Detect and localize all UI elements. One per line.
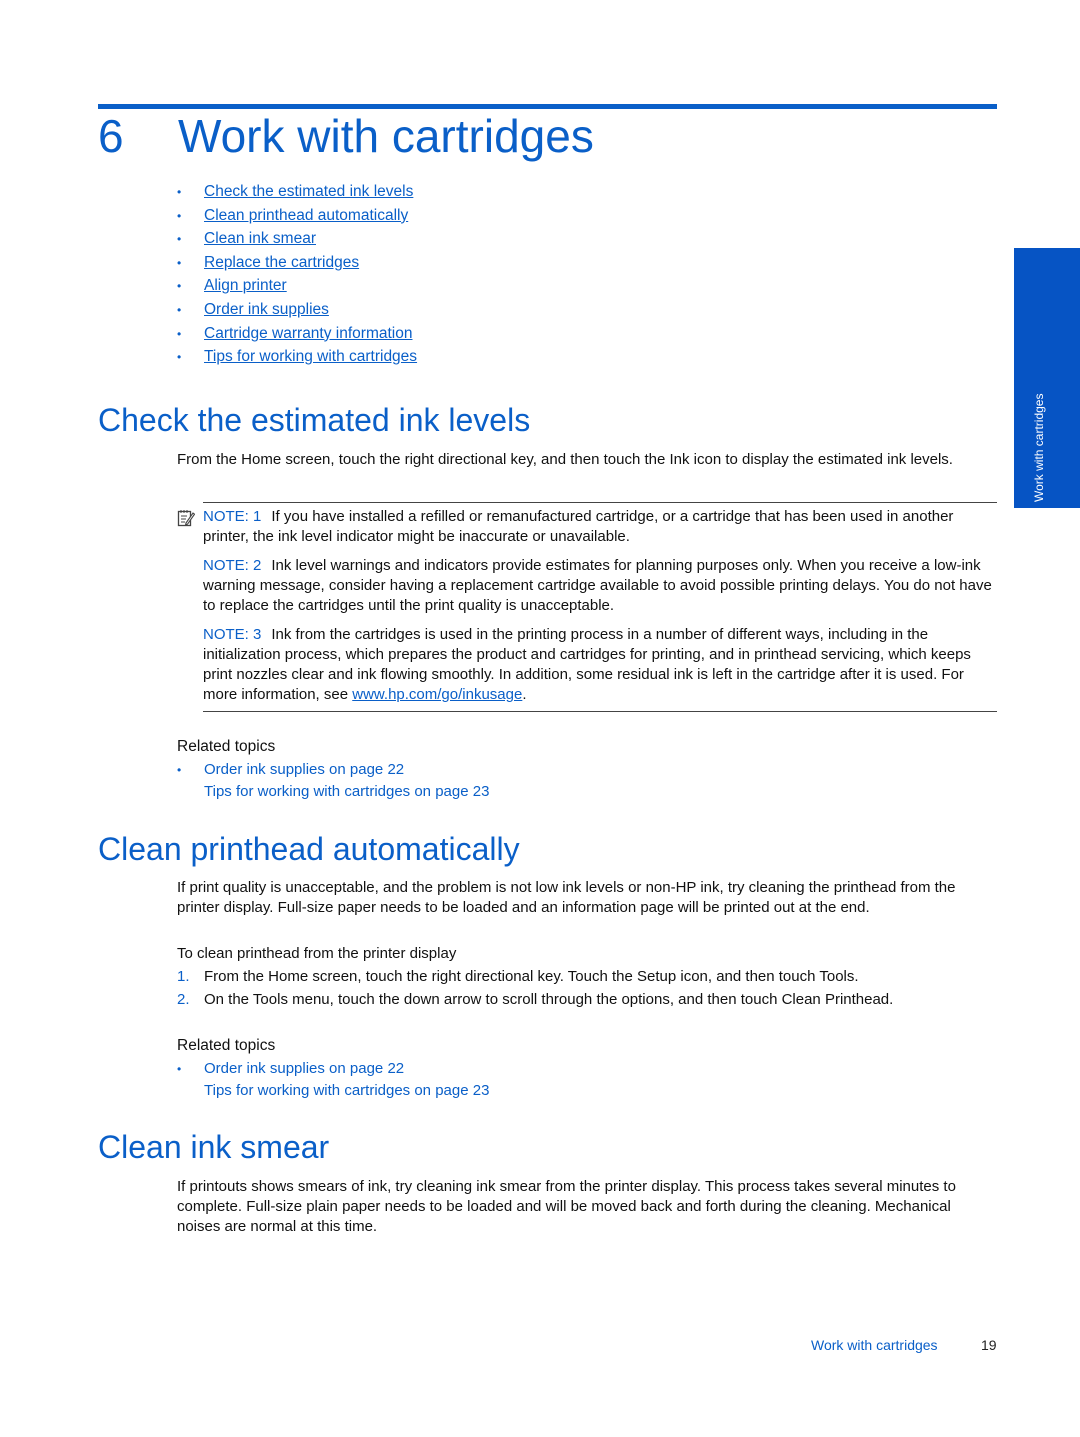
related-link-text[interactable]: Order ink supplies on page 22 (204, 761, 404, 778)
chapter-toc: • Check the estimated ink levels • Clean p… (177, 181, 417, 370)
bullet-icon: • (177, 302, 182, 317)
toc-link-clean-ink-smear[interactable]: Clean ink smear (204, 230, 316, 247)
related-link-tips[interactable]: Tips for working with cartridges on page… (204, 1080, 489, 1102)
section-heading-check-ink: Check the estimated ink levels (98, 402, 531, 438)
toc-link-clean-printhead[interactable]: Clean printhead automatically (204, 207, 408, 224)
section2-intro: If print quality is unacceptable, and th… (177, 879, 956, 916)
note-label: NOTE: 3 (203, 626, 262, 643)
toc-item: • Replace the cartridges (177, 252, 417, 276)
toc-link-check-ink-levels[interactable]: Check the estimated ink levels (204, 183, 413, 200)
related-link-order-ink[interactable]: • Order ink supplies on page 22 (177, 1058, 404, 1080)
note-3: NOTE: 3 Ink from the cartridges is used i… (203, 625, 999, 705)
note-text: Ink from the cartridges is used in the p… (203, 626, 971, 703)
section3-intro: If printouts shows smears of ink, try cl… (177, 1178, 956, 1235)
inkusage-link[interactable]: www.hp.com/go/inkusage (352, 686, 522, 703)
side-tab-label: Work with cartridges (1032, 393, 1046, 502)
chapter-title: 6 Work with cartridges (98, 108, 594, 164)
related-topics-label: Related topics (177, 1037, 276, 1054)
related-link-tips[interactable]: Tips for working with cartridges on page… (204, 781, 489, 803)
chapter-title-text: Work with cartridges (178, 110, 594, 162)
section-heading-clean-printhead: Clean printhead automatically (98, 831, 520, 867)
bullet-icon: • (177, 255, 182, 270)
note-top-rule (203, 502, 997, 503)
bullet-icon: • (177, 208, 182, 223)
note-text: Ink level warnings and indicators provid… (203, 557, 992, 614)
toc-link-replace-cartridges[interactable]: Replace the cartridges (204, 254, 359, 271)
toc-link-warranty[interactable]: Cartridge warranty information (204, 325, 412, 342)
step-text: On the Tools menu, touch the down arrow … (204, 991, 894, 1008)
procedure-step-1: 1. From the Home screen, touch the right … (177, 966, 859, 988)
footer-page-number: 19 (981, 1337, 997, 1353)
bullet-icon: • (177, 763, 182, 777)
toc-item: • Align printer (177, 275, 417, 299)
toc-link-tips[interactable]: Tips for working with cartridges (204, 348, 417, 365)
footer-section-name: Work with cartridges (811, 1337, 938, 1353)
section-heading-clean-ink-smear: Clean ink smear (98, 1129, 330, 1165)
related-link-order-ink[interactable]: • Order ink supplies on page 22 (177, 759, 404, 781)
bullet-icon: • (177, 326, 182, 341)
toc-link-align-printer[interactable]: Align printer (204, 277, 287, 294)
note-text-end: . (522, 686, 527, 703)
toc-item: • Order ink supplies (177, 299, 417, 323)
toc-link-order-ink[interactable]: Order ink supplies (204, 301, 329, 318)
note-label: NOTE: 1 (203, 508, 262, 525)
bullet-icon: • (177, 232, 182, 247)
note-text: If you have installed a refilled or rema… (203, 508, 954, 545)
side-tab: Work with cartridges (1014, 248, 1080, 508)
toc-item: • Cartridge warranty information (177, 323, 417, 347)
bullet-icon: • (177, 1062, 182, 1076)
bullet-icon: • (177, 350, 182, 365)
procedure-title: To clean printhead from the printer disp… (177, 945, 457, 962)
step-number: 1. (177, 968, 190, 985)
toc-item: • Clean printhead automatically (177, 205, 417, 229)
note-label: NOTE: 2 (203, 557, 262, 574)
toc-item: • Check the estimated ink levels (177, 181, 417, 205)
note-1: NOTE: 1 If you have installed a refilled … (203, 507, 999, 547)
note-icon (177, 510, 195, 527)
bullet-icon: • (177, 185, 182, 199)
related-topics-label: Related topics (177, 738, 276, 755)
chapter-number: 6 (98, 110, 124, 162)
bullet-icon: • (177, 279, 182, 294)
toc-item: • Tips for working with cartridges (177, 346, 417, 370)
step-number: 2. (177, 991, 190, 1008)
procedure-step-2: 2. On the Tools menu, touch the down arro… (177, 989, 893, 1011)
note-2: NOTE: 2 Ink level warnings and indicators… (203, 556, 999, 616)
note-bottom-rule (203, 711, 997, 712)
related-link-text[interactable]: Order ink supplies on page 22 (204, 1060, 404, 1077)
toc-item: • Clean ink smear (177, 228, 417, 252)
section1-intro: From the Home screen, touch the right di… (177, 451, 953, 468)
step-text: From the Home screen, touch the right di… (204, 968, 859, 985)
